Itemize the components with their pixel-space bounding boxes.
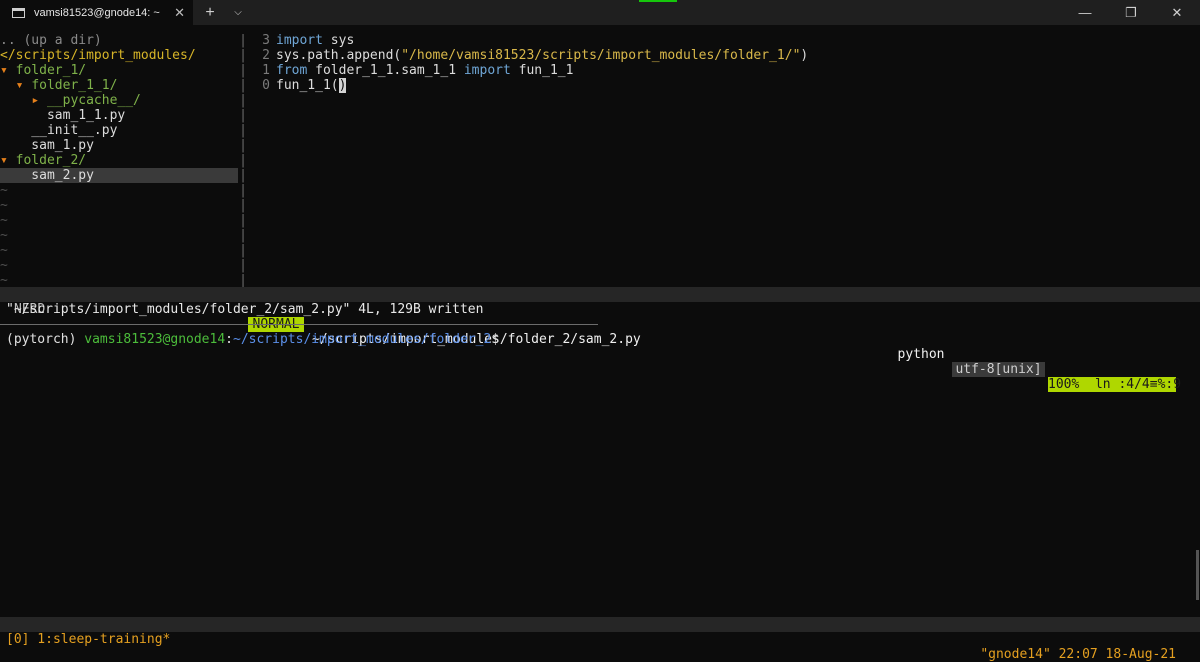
text-cursor: ) bbox=[338, 78, 347, 93]
prompt-path: ~/scripts/import_modules/folder_2 bbox=[233, 332, 492, 347]
tree-item-sam-1[interactable]: sam_1.py bbox=[0, 138, 238, 153]
divider-char: | bbox=[239, 258, 247, 273]
divider-char: | bbox=[239, 243, 247, 258]
empty-line-marker: ~ bbox=[0, 243, 8, 258]
tmux-window-list[interactable]: [0] 1:sleep-training* bbox=[6, 632, 170, 647]
vim-pane[interactable]: .. (up a dir) </scripts/import_modules/ … bbox=[0, 33, 1200, 392]
tree-item-folder-2[interactable]: ▾ folder_2/ bbox=[0, 153, 238, 168]
terminal-icon bbox=[12, 7, 25, 18]
tab-close-icon[interactable]: ✕ bbox=[168, 5, 185, 21]
conda-env: (pytorch) bbox=[6, 332, 85, 347]
tmux-pane-border[interactable] bbox=[0, 324, 598, 325]
divider-char: | bbox=[239, 33, 247, 48]
divider-char: | bbox=[239, 123, 247, 138]
code-line[interactable]: 2 sys.path.append("/home/vamsi81523/scrip… bbox=[248, 48, 1200, 63]
keyword-token: from bbox=[276, 63, 308, 78]
tab-dropdown-button[interactable]: ⌵ bbox=[227, 0, 249, 25]
tree-item-label: folder_1_1/ bbox=[31, 78, 118, 93]
tree-item-sam-2[interactable]: sam_2.py bbox=[0, 168, 238, 183]
accent-bar bbox=[639, 0, 677, 2]
new-tab-button[interactable]: + bbox=[193, 0, 227, 25]
divider-char: | bbox=[239, 48, 247, 63]
tree-item-folder-1-1[interactable]: ▾ folder_1_1/ bbox=[0, 78, 238, 93]
shell-prompt[interactable]: (pytorch) vamsi81523@gnode14:~/scripts/i… bbox=[0, 332, 1200, 347]
expanded-arrow-icon: ▾ bbox=[0, 63, 8, 78]
divider-char: | bbox=[239, 93, 247, 108]
code-token: fun_1_1( bbox=[276, 78, 339, 93]
tree-item-label: folder_2/ bbox=[15, 153, 87, 168]
divider-char: | bbox=[239, 183, 247, 198]
code-line[interactable]: 1 from folder_1_1.sam_1_1 import fun_1_1 bbox=[248, 63, 1200, 78]
line-number: 1 bbox=[262, 63, 270, 78]
keyword-token: import bbox=[463, 63, 511, 78]
empty-line-marker: ~ bbox=[0, 228, 8, 243]
tree-up-dir[interactable]: .. (up a dir) bbox=[0, 33, 238, 48]
line-number: 2 bbox=[262, 48, 270, 63]
line-number: 3 bbox=[262, 33, 270, 48]
status-encoding: utf-8[unix] bbox=[952, 362, 1045, 377]
tmux-status-bar: [0] 1:sleep-training* "gnode14" 22:07 18… bbox=[0, 617, 1200, 662]
empty-line-marker: ~ bbox=[0, 258, 8, 273]
divider-char: | bbox=[239, 63, 247, 78]
collapsed-arrow-icon: ▸ bbox=[31, 93, 40, 108]
maximize-button[interactable]: ❐ bbox=[1108, 0, 1154, 25]
expanded-arrow-icon: ▾ bbox=[0, 153, 8, 168]
divider-char: | bbox=[239, 213, 247, 228]
tree-item-label: __pycache__/ bbox=[46, 93, 141, 108]
code-token: ) bbox=[800, 48, 809, 63]
code-line-current[interactable]: 0 fun_1_1() bbox=[248, 78, 1200, 93]
empty-line-marker: ~ bbox=[0, 183, 8, 198]
tab-title: vamsi81523@gnode14: ~ bbox=[34, 6, 160, 19]
tree-root[interactable]: </scripts/import_modules/ bbox=[0, 48, 238, 63]
vertical-split-divider[interactable]: | | | | | | | | | | | | | | | | | bbox=[238, 33, 248, 288]
titlebar-drag-area[interactable] bbox=[249, 0, 1062, 25]
divider-char: | bbox=[239, 168, 247, 183]
vim-statusline: NERD NORMAL ~/scripts/import_modules/fol… bbox=[0, 287, 1200, 392]
prompt-colon: : bbox=[225, 332, 233, 347]
status-filetype: python bbox=[897, 347, 945, 362]
divider-char: | bbox=[239, 153, 247, 168]
status-position: 100% ln :4/4≡%:9 bbox=[1048, 377, 1182, 392]
code-token: sys.path.append( bbox=[276, 48, 402, 63]
code-editor[interactable]: 3 import sys 2 sys.path.append("/home/vams… bbox=[248, 33, 1200, 288]
terminal-tab[interactable]: vamsi81523@gnode14: ~ ✕ bbox=[0, 0, 193, 25]
shell-cursor bbox=[499, 332, 506, 347]
tmux-status-right: "gnode14" 22:07 18-Aug-21 bbox=[980, 647, 1176, 662]
divider-char: | bbox=[239, 78, 247, 93]
empty-line-marker: ~ bbox=[0, 213, 8, 228]
divider-char: | bbox=[239, 108, 247, 123]
divider-char: | bbox=[239, 138, 247, 153]
empty-line-marker: ~ bbox=[0, 273, 8, 288]
string-token: "/home/vamsi81523/scripts/import_modules… bbox=[401, 48, 801, 63]
expanded-arrow-icon: ▾ bbox=[15, 78, 24, 93]
tree-item-folder-1[interactable]: ▾ folder_1/ bbox=[0, 63, 238, 78]
code-token: folder_1_1.sam_1_1 bbox=[307, 63, 464, 78]
nerdtree-panel[interactable]: .. (up a dir) </scripts/import_modules/ … bbox=[0, 33, 238, 288]
divider-char: | bbox=[239, 273, 247, 288]
tree-item-sam-1-1[interactable]: sam_1_1.py bbox=[0, 108, 238, 123]
vim-message-line: "~/scripts/import_modules/folder_2/sam_2… bbox=[6, 302, 484, 317]
divider-char: | bbox=[239, 228, 247, 243]
prompt-dollar: $ bbox=[491, 332, 500, 347]
code-token: fun_1_1 bbox=[510, 63, 574, 78]
close-window-button[interactable]: ✕ bbox=[1154, 0, 1200, 25]
prompt-user-host: vamsi81523@gnode14 bbox=[84, 332, 226, 347]
scrollbar-thumb[interactable] bbox=[1196, 550, 1199, 600]
tree-item-init[interactable]: __init__.py bbox=[0, 123, 238, 138]
divider-char: | bbox=[239, 198, 247, 213]
window-titlebar: vamsi81523@gnode14: ~ ✕ + ⌵ — ❐ ✕ bbox=[0, 0, 1200, 25]
tree-item-pycache[interactable]: ▸ __pycache__/ bbox=[0, 93, 238, 108]
line-number: 0 bbox=[262, 78, 270, 93]
keyword-token: import bbox=[276, 33, 323, 48]
empty-line-marker: ~ bbox=[0, 198, 8, 213]
tree-item-label: folder_1/ bbox=[15, 63, 87, 78]
minimize-button[interactable]: — bbox=[1062, 0, 1108, 25]
code-line[interactable]: 3 import sys bbox=[248, 33, 1200, 48]
code-token: sys bbox=[322, 33, 355, 48]
